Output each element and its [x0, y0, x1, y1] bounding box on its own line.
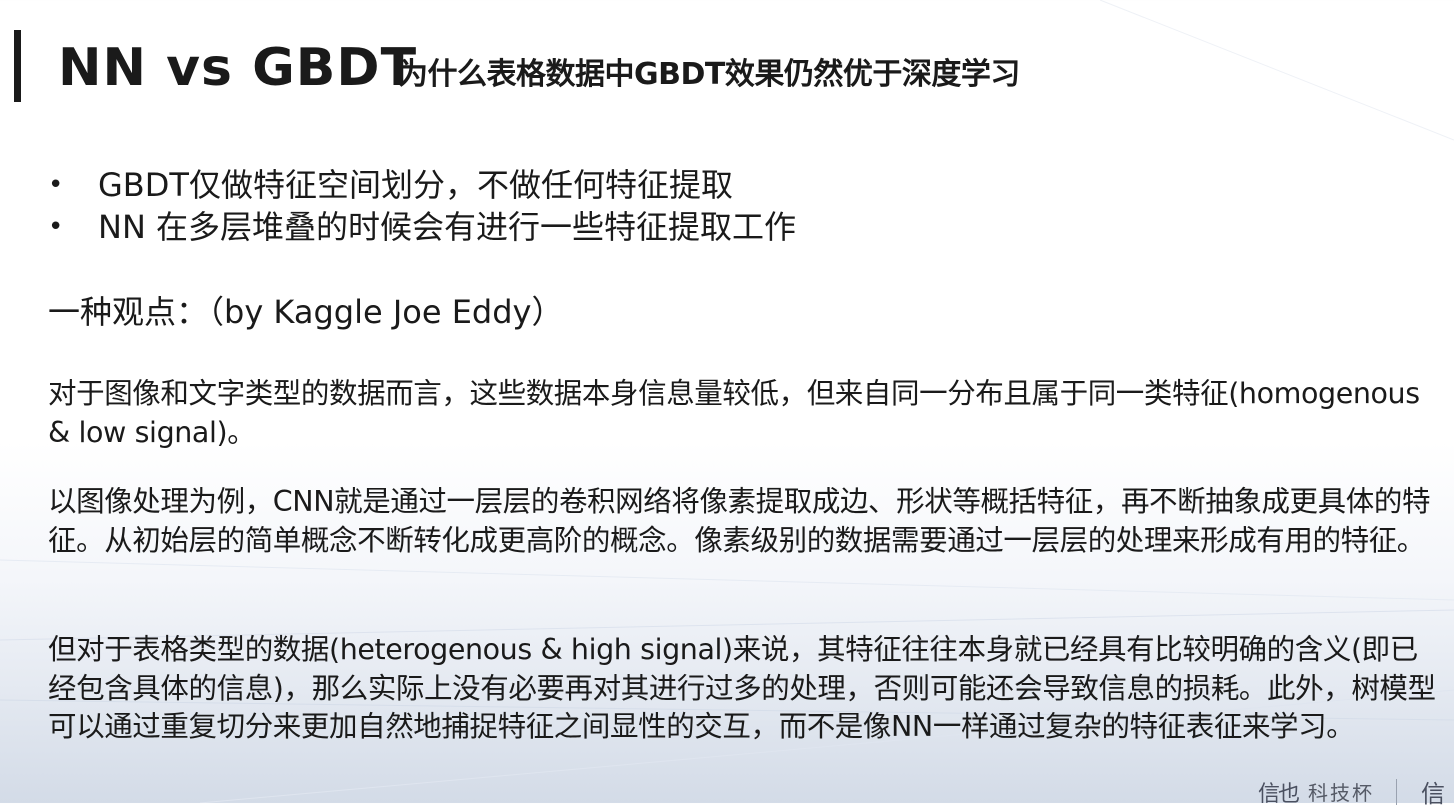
slide-subtitle: 为什么表格数据中GBDT效果仍然优于深度学习: [398, 57, 1020, 92]
bullet-list: • GBDT仅做特征空间划分，不做任何特征提取 • NN 在多层堆叠的时候会有进…: [48, 164, 796, 248]
footer-logo: 信也 科技杯 信: [1258, 774, 1445, 809]
slide-title: NN vs GBDT: [58, 38, 418, 98]
bullet-item: • GBDT仅做特征空间划分，不做任何特征提取: [48, 164, 796, 206]
title-accent-bar: [14, 30, 21, 102]
bullet-text: NN 在多层堆叠的时候会有进行一些特征提取工作: [98, 208, 797, 246]
paragraph-tabular-data: 但对于表格类型的数据(heterogenous & high signal)来说…: [48, 633, 1436, 743]
logo-name: 科技杯: [1308, 781, 1375, 805]
bullet-dot: •: [48, 170, 64, 200]
bullet-text: GBDT仅做特征空间划分，不做任何特征提取: [98, 166, 733, 204]
logo-divider: [1396, 778, 1398, 805]
bullet-dot: •: [48, 212, 64, 242]
bullet-item: • NN 在多层堆叠的时候会有进行一些特征提取工作: [48, 206, 796, 248]
viewpoint-heading: 一种观点：（by Kaggle Joe Eddy）: [48, 293, 564, 331]
paragraph-cnn-example: 以图像处理为例，CNN就是通过一层层的卷积网络将像素提取成边、形状等概括特征，再…: [48, 485, 1431, 557]
paragraph-image-text-data: 对于图像和文字类型的数据而言，这些数据本身信息量较低，但来自同一分布且属于同一类…: [48, 377, 1420, 449]
logo-mark-secondary: 信: [1421, 780, 1446, 808]
